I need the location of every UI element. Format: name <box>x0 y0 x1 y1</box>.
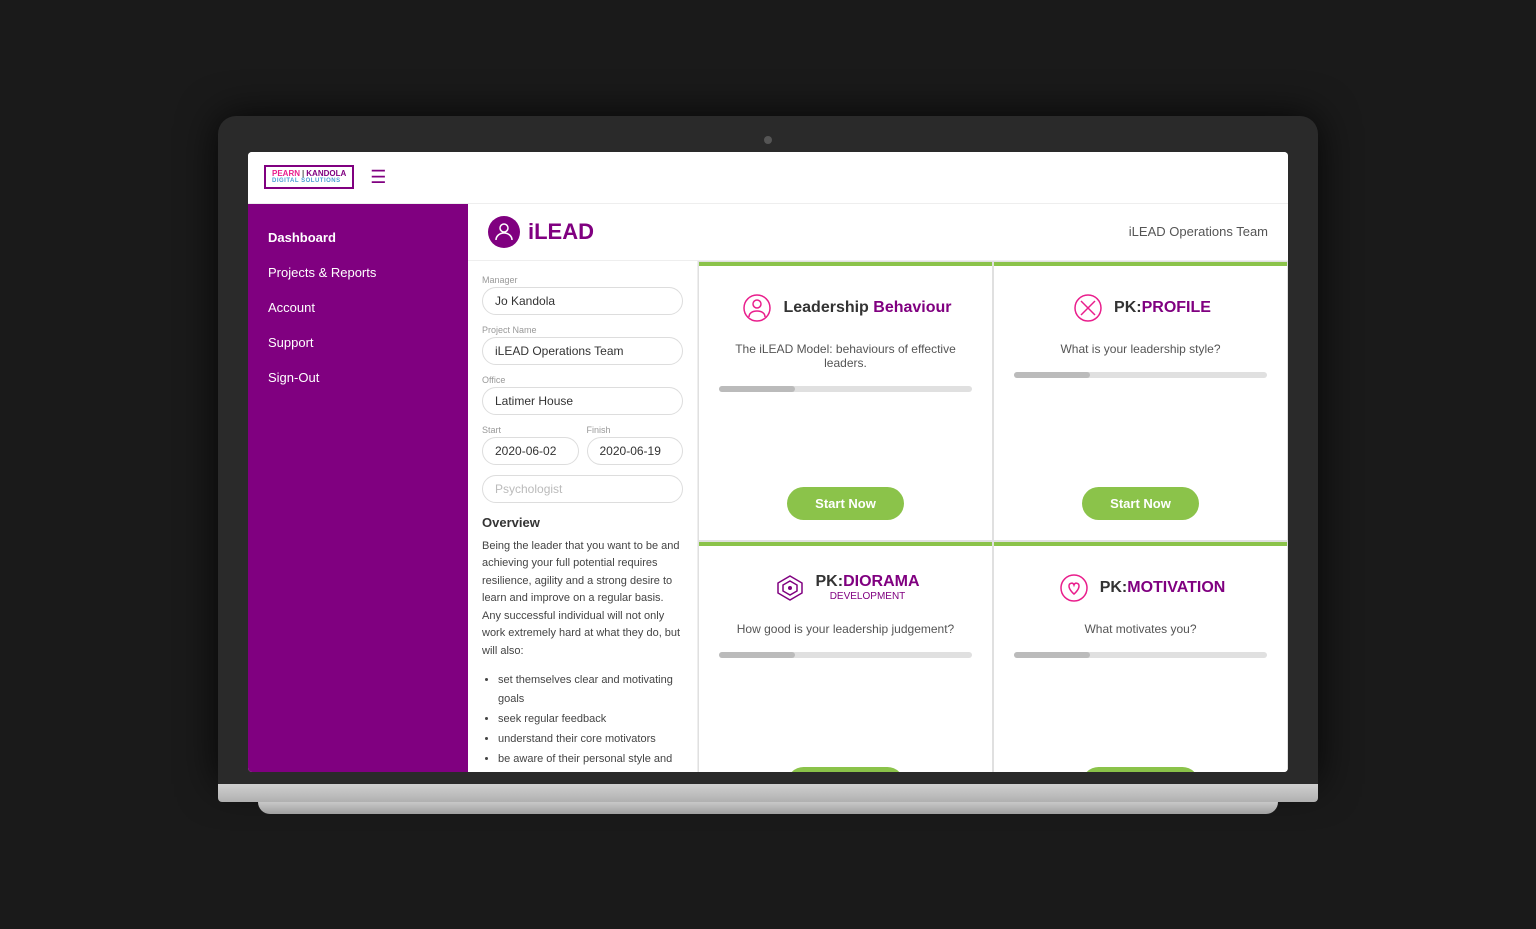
ilead-title: iLEAD <box>528 219 594 245</box>
card-pkmotivation-progress <box>1014 652 1267 658</box>
camera <box>764 136 772 144</box>
card-pkmotivation-desc: What motivates you? <box>1084 622 1196 636</box>
card-pkdiorama-progress <box>719 652 972 658</box>
sidebar-item-dashboard[interactable]: Dashboard <box>248 220 468 255</box>
main-layout: Dashboard Projects & Reports Account Sup… <box>248 204 1288 772</box>
bullet-item: understand their core motivators <box>498 730 683 750</box>
manager-input[interactable]: Jo Kandola <box>482 287 683 315</box>
card-leadership-header: Leadership Behaviour <box>739 290 951 326</box>
card-pkprofile-progress <box>1014 372 1267 378</box>
date-row: Start 2020-06-02 Finish 2020-06-19 <box>482 425 683 475</box>
app-container: PEARN | KANDOLA DIGITAL SOLUTIONS ☰ Dash… <box>248 152 1288 772</box>
card-pkdiorama-title: PK:DIORAMA <box>816 573 920 590</box>
start-now-leadership-button[interactable]: Start Now <box>787 487 904 520</box>
topbar: PEARN | KANDOLA DIGITAL SOLUTIONS ☰ <box>248 152 1288 204</box>
sidebar: Dashboard Projects & Reports Account Sup… <box>248 204 468 772</box>
card-pkprofile-header: PK:PROFILE <box>1070 290 1211 326</box>
logo-digital: DIGITAL SOLUTIONS <box>272 178 346 185</box>
start-label: Start <box>482 425 579 435</box>
card-leadership: Leadership Behaviour The iLEAD Model: be… <box>698 261 993 541</box>
project-label: Project Name <box>482 325 683 335</box>
card-pkdiorama: PK:DIORAMA DEVELOPMENT How good is your … <box>698 541 993 772</box>
sidebar-item-support[interactable]: Support <box>248 325 468 360</box>
manager-label: Manager <box>482 275 683 285</box>
pkprofile-icon <box>1070 290 1106 326</box>
manager-field-group: Manager Jo Kandola <box>482 275 683 315</box>
card-pkprofile: PK:PROFILE What is your leadership style… <box>993 261 1288 541</box>
content-area: iLEAD iLEAD Operations Team Manager Jo K… <box>468 204 1288 772</box>
content-header: iLEAD iLEAD Operations Team <box>468 204 1288 261</box>
card-pkprofile-title: PK:PROFILE <box>1114 299 1211 317</box>
project-field-group: Project Name iLEAD Operations Team <box>482 325 683 365</box>
overview-text: Being the leader that you want to be and… <box>482 538 683 661</box>
bullet-item: set themselves clear and motivating goal… <box>498 671 683 711</box>
card-pkdiorama-desc: How good is your leadership judgement? <box>737 622 954 636</box>
laptop-base <box>218 784 1318 802</box>
logo-pearn: PEARN <box>272 169 300 179</box>
finish-input[interactable]: 2020-06-19 <box>587 437 684 465</box>
cards-grid: Leadership Behaviour The iLEAD Model: be… <box>698 261 1288 772</box>
sidebar-item-account[interactable]: Account <box>248 290 468 325</box>
office-input[interactable]: Latimer House <box>482 387 683 415</box>
psychologist-input[interactable]: Psychologist <box>482 475 683 503</box>
laptop-bottom <box>258 802 1278 814</box>
laptop-container: PEARN | KANDOLA DIGITAL SOLUTIONS ☰ Dash… <box>218 116 1318 814</box>
right-panel: Leadership Behaviour The iLEAD Model: be… <box>698 261 1288 772</box>
sidebar-item-signout[interactable]: Sign-Out <box>248 360 468 395</box>
bullet-item: seek regular feedback <box>498 710 683 730</box>
ilead-icon <box>488 216 520 248</box>
bullet-list: set themselves clear and motivating goal… <box>482 671 683 772</box>
sidebar-item-projects[interactable]: Projects & Reports <box>248 255 468 290</box>
card-pkmotivation-title: PK:MOTIVATION <box>1100 579 1226 597</box>
screen: PEARN | KANDOLA DIGITAL SOLUTIONS ☰ Dash… <box>248 152 1288 772</box>
ilead-ops-title: iLEAD Operations Team <box>1129 224 1268 239</box>
office-field-group: Office Latimer House <box>482 375 683 415</box>
start-now-pkmotivation-button[interactable]: Start Now <box>1082 767 1199 772</box>
start-input[interactable]: 2020-06-02 <box>482 437 579 465</box>
card-leadership-progress <box>719 386 972 392</box>
ilead-logo-area: iLEAD <box>488 216 594 248</box>
finish-field-group: Finish 2020-06-19 <box>587 425 684 465</box>
card-pkmotivation-header: PK:MOTIVATION <box>1056 570 1226 606</box>
card-pkdiorama-header: PK:DIORAMA DEVELOPMENT <box>772 570 920 606</box>
office-label: Office <box>482 375 683 385</box>
bullet-item: be aware of their personal style and imp… <box>498 750 683 772</box>
pkmotivation-icon <box>1056 570 1092 606</box>
left-panel: Manager Jo Kandola Project Name iLEAD Op… <box>468 261 698 772</box>
start-field-group: Start 2020-06-02 <box>482 425 579 465</box>
hamburger-icon[interactable]: ☰ <box>370 167 386 188</box>
card-leadership-desc: The iLEAD Model: behaviours of effective… <box>719 342 972 370</box>
start-now-pkdiorama-button[interactable]: Start Now <box>787 767 904 772</box>
logo: PEARN | KANDOLA DIGITAL SOLUTIONS <box>264 165 354 190</box>
psychologist-field-group: Psychologist <box>482 475 683 503</box>
logo-kandola: KANDOLA <box>306 169 346 179</box>
card-pkprofile-desc: What is your leadership style? <box>1060 342 1220 356</box>
panels-container: Manager Jo Kandola Project Name iLEAD Op… <box>468 261 1288 772</box>
finish-label: Finish <box>587 425 684 435</box>
start-now-pkprofile-button[interactable]: Start Now <box>1082 487 1199 520</box>
project-input[interactable]: iLEAD Operations Team <box>482 337 683 365</box>
overview-title: Overview <box>482 515 683 530</box>
leadership-icon <box>739 290 775 326</box>
screen-bezel: PEARN | KANDOLA DIGITAL SOLUTIONS ☰ Dash… <box>218 116 1318 784</box>
pkdiorama-icon <box>772 570 808 606</box>
card-pkmotivation: PK:MOTIVATION What motivates you? Start … <box>993 541 1288 772</box>
card-leadership-title: Leadership Behaviour <box>783 299 951 317</box>
card-pkdiorama-sub: DEVELOPMENT <box>816 591 920 602</box>
